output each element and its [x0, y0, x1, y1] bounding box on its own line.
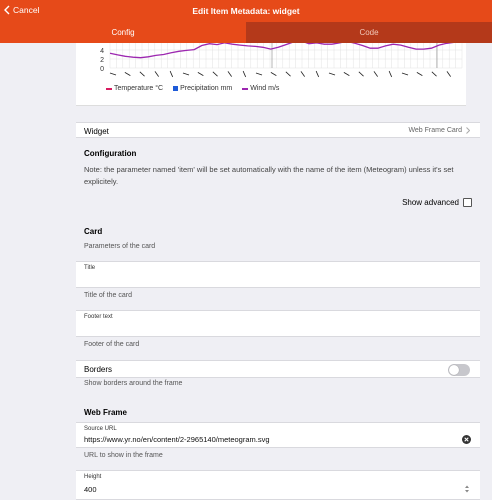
- legend-item-temperature: Temperature °C: [106, 85, 163, 92]
- y-tick-label: 0: [100, 66, 104, 73]
- footer-field-label: Footer text: [84, 314, 113, 320]
- y-tick-label: 2: [100, 57, 104, 64]
- borders-help: Show borders around the frame: [84, 380, 183, 387]
- title-field-label: Title: [84, 265, 96, 271]
- borders-row: Borders: [76, 360, 480, 378]
- wind-arrow: [109, 72, 117, 76]
- title-field[interactable]: Title: [76, 261, 480, 288]
- footer-text-field[interactable]: Footer text: [76, 310, 480, 337]
- legend-label: Wind m/s: [250, 85, 280, 92]
- height-label: Height: [84, 474, 102, 480]
- wind-arrow: [255, 72, 263, 76]
- wind-arrow: [154, 71, 159, 77]
- wind-arrow: [431, 71, 437, 77]
- wind-arrow: [300, 71, 305, 77]
- tab-bar: Config Code: [0, 22, 492, 43]
- wind-arrow: [270, 72, 277, 76]
- series-line-wind: [109, 43, 454, 59]
- source-url-help: URL to show in the frame: [84, 452, 163, 459]
- legend-label: Temperature °C: [114, 85, 164, 92]
- source-url-field[interactable]: Source URL https://www.yr.no/en/content/…: [76, 422, 480, 448]
- stepper-icon[interactable]: [464, 484, 470, 494]
- chevron-right-icon: [466, 127, 470, 134]
- meteogram-preview: 4 2 0 Temperature °C Precipitation mm Wind…: [76, 43, 466, 106]
- widget-label: Widget: [84, 127, 109, 136]
- height-field[interactable]: Height 400: [76, 470, 480, 500]
- wind-arrow: [169, 70, 174, 78]
- wind-arrow: [197, 72, 204, 76]
- card-description: Parameters of the card: [84, 243, 156, 250]
- show-advanced-label: Show advanced: [402, 198, 459, 207]
- wind-arrow: [388, 70, 393, 78]
- widget-row[interactable]: Widget Web Frame Card: [76, 122, 480, 138]
- legend-swatch: [242, 87, 249, 90]
- wind-arrow: [227, 71, 232, 77]
- web-frame-heading: Web Frame: [84, 408, 127, 417]
- wind-arrow: [242, 70, 247, 78]
- legend-swatch: [173, 86, 179, 91]
- page-title: Edit Item Metadata: widget: [192, 6, 300, 16]
- meteogram-chart: 4 2 0: [100, 43, 463, 78]
- configuration-note: Note: the parameter named 'item' will be…: [84, 165, 454, 186]
- clear-icon[interactable]: [462, 435, 471, 444]
- source-url-input[interactable]: https://www.yr.no/en/content/2-2965140/m…: [84, 435, 270, 444]
- footer-field-help: Footer of the card: [84, 341, 140, 348]
- wind-arrow: [373, 71, 378, 77]
- source-url-label: Source URL: [84, 426, 117, 432]
- wind-arrow: [401, 72, 409, 76]
- wind-arrow: [124, 72, 131, 76]
- wind-arrow: [315, 70, 320, 78]
- title-field-help: Title of the card: [84, 292, 132, 299]
- navbar: Cancel Edit Item Metadata: widget: [0, 0, 492, 22]
- wind-arrow: [343, 72, 350, 76]
- chart-legend: Temperature °C Precipitation mm Wind m/s: [106, 85, 279, 92]
- wind-arrow: [358, 71, 364, 77]
- wind-arrow: [446, 71, 451, 77]
- toggle-knob: [449, 365, 459, 375]
- legend-label: Precipitation mm: [180, 85, 233, 92]
- show-advanced-checkbox[interactable]: [463, 198, 472, 207]
- widget-value-text: Web Frame Card: [408, 127, 462, 134]
- wind-arrow: [139, 71, 145, 77]
- borders-label: Borders: [84, 365, 113, 374]
- wind-arrow: [416, 72, 423, 76]
- y-tick-label: 4: [100, 48, 104, 55]
- legend-item-precipitation: Precipitation mm: [173, 85, 232, 92]
- configuration-heading: Configuration: [84, 149, 137, 158]
- tab-config[interactable]: Config: [0, 22, 246, 43]
- height-input[interactable]: 400: [84, 485, 97, 494]
- tab-code[interactable]: Code: [246, 22, 492, 43]
- show-advanced-toggle[interactable]: Show advanced: [380, 198, 472, 208]
- legend-item-wind: Wind m/s: [242, 85, 279, 92]
- legend-swatch: [106, 87, 112, 90]
- widget-value: Web Frame Card: [408, 127, 470, 134]
- wind-arrow: [212, 71, 218, 77]
- borders-toggle[interactable]: [448, 364, 470, 376]
- wind-arrow: [285, 71, 291, 77]
- wind-arrow: [182, 72, 190, 76]
- wind-arrow: [328, 72, 336, 76]
- card-heading: Card: [84, 227, 103, 236]
